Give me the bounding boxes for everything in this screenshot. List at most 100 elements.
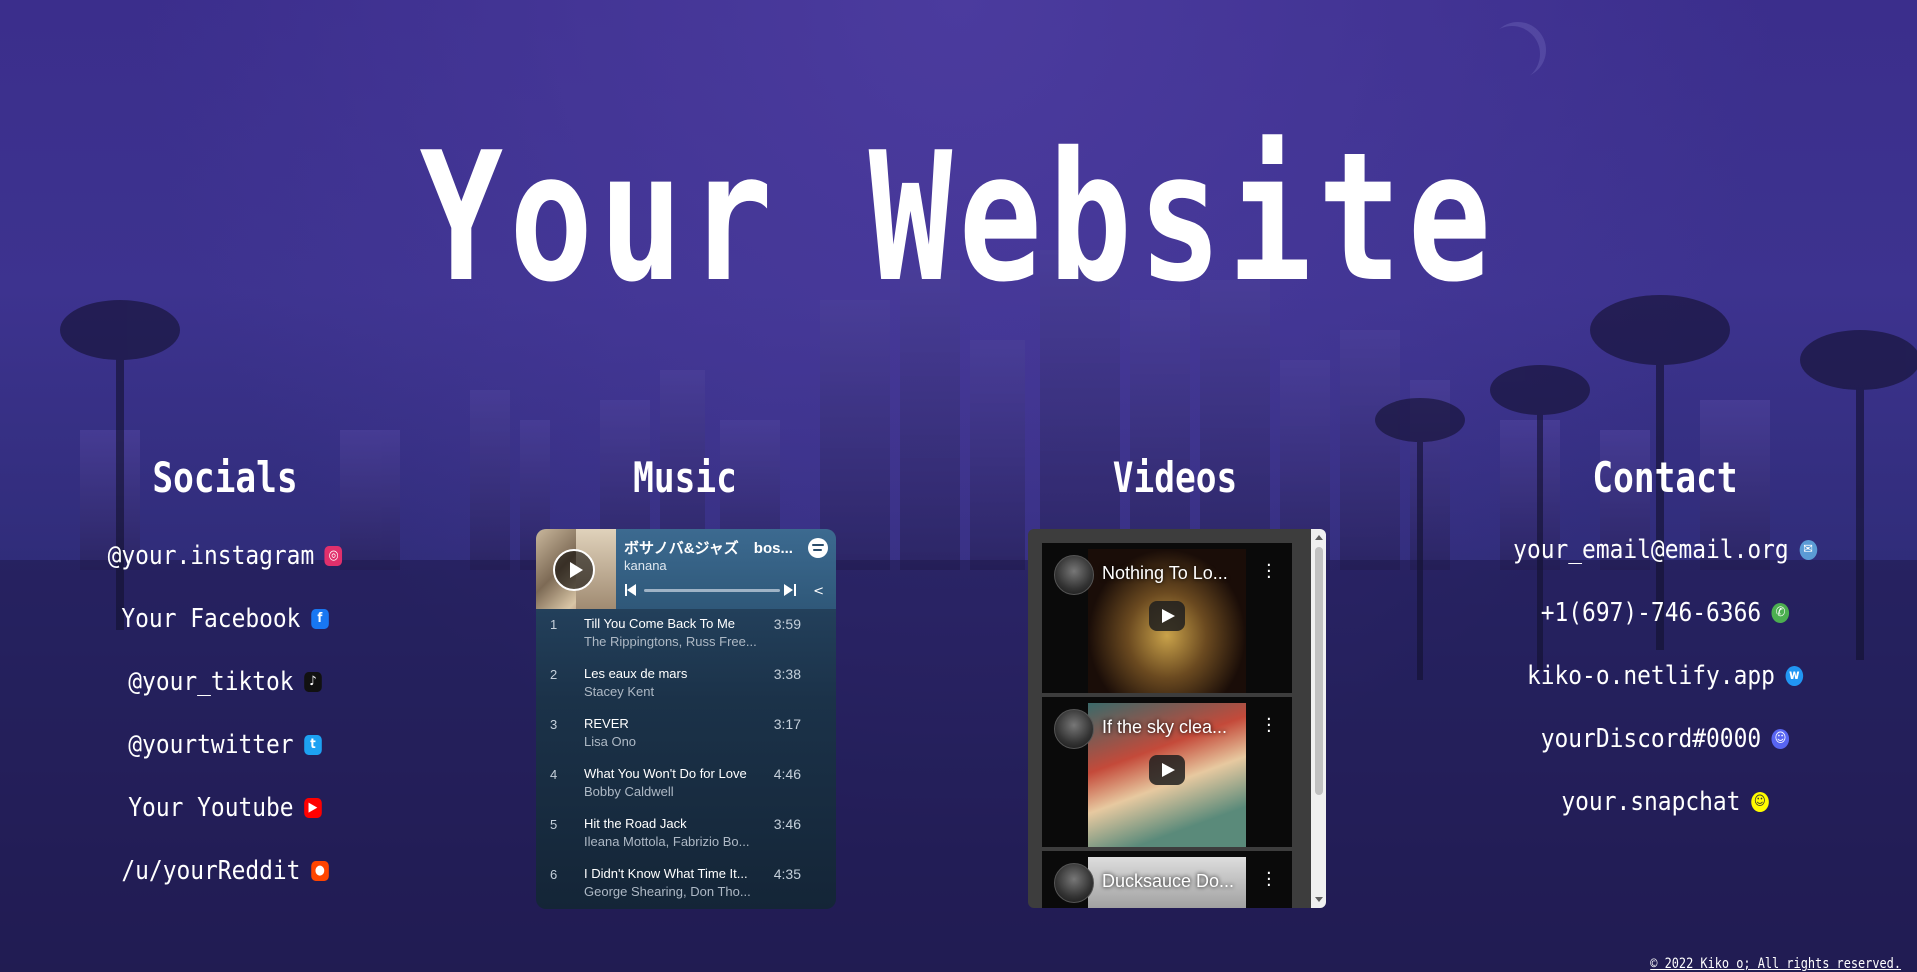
contact-item[interactable]: your.snapchat ☺ — [1555, 770, 1775, 833]
contact-heading: Contact — [1592, 453, 1738, 502]
socials-item[interactable]: @your_tiktok ♪ — [115, 650, 335, 713]
track-duration: 3:46 — [773, 816, 801, 832]
video-card[interactable]: Nothing To Lo... · · · — [1042, 543, 1292, 693]
track-artist: Lisa Ono — [584, 734, 637, 749]
facebook-icon[interactable]: f — [311, 608, 329, 629]
instagram-icon[interactable]: ◎ — [324, 545, 343, 566]
more-options-icon[interactable]: · · · — [1266, 865, 1272, 895]
track-number: 3 — [550, 717, 558, 732]
more-options-icon[interactable]: · · · — [1266, 557, 1272, 587]
track-artist: Stacey Kent — [584, 684, 655, 699]
track-row[interactable]: 2 Les eaux de mars Stacey Kent 3:38 — [536, 659, 836, 709]
contact-item[interactable]: kiko-o.netlify.app w — [1527, 644, 1804, 707]
contact-item[interactable]: your_email@email.org ✉ — [1513, 518, 1817, 581]
playlist-artist[interactable]: kanana — [624, 558, 667, 573]
play-button[interactable] — [553, 549, 595, 591]
youtube-icon[interactable]: ▶ — [304, 797, 322, 818]
track-artist: Bobby Caldwell — [584, 784, 674, 799]
copyright-footer[interactable]: © 2022 Kiko o; All rights reserved. — [1650, 956, 1901, 972]
channel-avatar[interactable] — [1054, 863, 1094, 903]
track-duration: 4:46 — [773, 766, 801, 782]
track-row[interactable]: 5 Hit the Road Jack Ileana Mottola, Fabriz… — [536, 809, 836, 859]
music-heading: Music — [633, 453, 737, 502]
next-track-icon[interactable] — [784, 584, 796, 596]
twitter-icon[interactable]: t — [304, 734, 322, 755]
reddit-icon[interactable]: ● — [311, 860, 329, 881]
link-label[interactable]: @yourtwitter — [128, 730, 293, 760]
link-label[interactable]: kiko-o.netlify.app — [1527, 661, 1775, 691]
video-play-icon[interactable] — [1149, 601, 1185, 631]
socials-item[interactable]: Your Facebook f — [115, 587, 335, 650]
videos-section: Videos — [1050, 448, 1300, 508]
channel-avatar[interactable] — [1054, 709, 1094, 749]
link-label[interactable]: Your Facebook — [121, 604, 300, 634]
track-number: 6 — [550, 867, 558, 882]
discord-icon[interactable]: ☺ — [1771, 728, 1790, 749]
track-duration: 3:17 — [773, 716, 801, 732]
link-label[interactable]: @your.instagram — [108, 541, 315, 571]
track-number: 4 — [550, 767, 558, 782]
video-title[interactable]: If the sky clea... — [1102, 717, 1227, 738]
video-card[interactable]: If the sky clea... · · · — [1042, 697, 1292, 847]
previous-track-icon[interactable] — [625, 584, 637, 596]
contact-section: Contact your_email@email.org ✉ +1(697)-746… — [1513, 448, 1817, 833]
track-row[interactable]: 6 I Didn't Know What Time It... George She… — [536, 859, 836, 909]
socials-item[interactable]: @your.instagram ◎ — [108, 524, 343, 587]
track-name: I Didn't Know What Time It... — [584, 866, 748, 881]
socials-section: Socials @your.instagram ◎ Your Facebook f @y… — [100, 448, 350, 902]
snapchat-icon[interactable]: ☺ — [1751, 791, 1769, 812]
scrollbar[interactable] — [1311, 529, 1326, 908]
email-icon[interactable]: ✉ — [1799, 539, 1817, 560]
spotify-embed[interactable]: ボサノバ&ジャズ bos... kanana < 1 Till You Come … — [536, 529, 836, 909]
progress-bar[interactable] — [644, 589, 780, 592]
contact-item[interactable]: yourDiscord#0000 ☺ — [1541, 707, 1790, 770]
link-label[interactable]: +1(697)-746-6366 — [1541, 598, 1761, 628]
link-label[interactable]: your_email@email.org — [1513, 535, 1789, 565]
track-number: 1 — [550, 617, 558, 632]
www-icon[interactable]: w — [1785, 665, 1804, 686]
link-label[interactable]: Your Youtube — [128, 793, 293, 823]
track-name: Hit the Road Jack — [584, 816, 687, 831]
moon-decoration — [1490, 22, 1546, 78]
videos-heading: Videos — [1112, 453, 1238, 502]
link-label[interactable]: yourDiscord#0000 — [1541, 724, 1761, 754]
socials-heading: Socials — [152, 453, 298, 502]
link-label[interactable]: your.snapchat — [1561, 787, 1740, 817]
socials-item[interactable]: @yourtwitter t — [115, 713, 335, 776]
scroll-up-arrow-icon[interactable] — [1315, 535, 1323, 540]
track-duration: 3:38 — [773, 666, 801, 682]
track-duration: 3:59 — [773, 616, 801, 632]
contact-item[interactable]: +1(697)-746-6366 ✆ — [1541, 581, 1790, 644]
socials-item[interactable]: /u/yourReddit ● — [115, 839, 335, 902]
spotify-header: ボサノバ&ジャズ bos... kanana < — [536, 529, 836, 609]
link-label[interactable]: @your_tiktok — [128, 667, 293, 697]
music-section: Music — [560, 448, 810, 508]
scroll-down-arrow-icon[interactable] — [1315, 897, 1323, 902]
tiktok-icon[interactable]: ♪ — [304, 671, 322, 692]
video-title[interactable]: Ducksauce Do... — [1102, 871, 1234, 892]
spotify-logo-icon[interactable] — [808, 538, 828, 558]
playlist-title[interactable]: ボサノバ&ジャズ bos... — [624, 537, 793, 558]
channel-avatar[interactable] — [1054, 555, 1094, 595]
track-name: Les eaux de mars — [584, 666, 688, 681]
track-artist: Ileana Mottola, Fabrizio Bo... — [584, 834, 750, 849]
scrollbar-thumb[interactable] — [1315, 547, 1323, 795]
track-artist: The Rippingtons, Russ Free... — [584, 634, 757, 649]
youtube-embed-list[interactable]: Nothing To Lo... · · · If the sky clea... · · ·… — [1028, 529, 1326, 908]
phone-icon[interactable]: ✆ — [1771, 602, 1790, 623]
video-card[interactable]: Ducksauce Do... · · · — [1042, 851, 1292, 908]
link-label[interactable]: /u/yourReddit — [121, 856, 300, 886]
socials-list: @your.instagram ◎ Your Facebook f @your_tikt… — [100, 524, 350, 902]
track-number: 5 — [550, 817, 558, 832]
track-number: 2 — [550, 667, 558, 682]
video-play-icon[interactable] — [1149, 755, 1185, 785]
track-list: 1 Till You Come Back To Me The Rippingtons… — [536, 609, 836, 909]
site-title: Your Website — [419, 114, 1498, 321]
socials-item[interactable]: Your Youtube ▶ — [115, 776, 335, 839]
share-icon[interactable]: < — [813, 584, 824, 599]
track-row[interactable]: 3 REVER Lisa Ono 3:17 — [536, 709, 836, 759]
track-row[interactable]: 1 Till You Come Back To Me The Rippingtons… — [536, 609, 836, 659]
video-title[interactable]: Nothing To Lo... — [1102, 563, 1228, 584]
more-options-icon[interactable]: · · · — [1266, 711, 1272, 741]
track-row[interactable]: 4 What You Won't Do for Love Bobby Caldwel… — [536, 759, 836, 809]
